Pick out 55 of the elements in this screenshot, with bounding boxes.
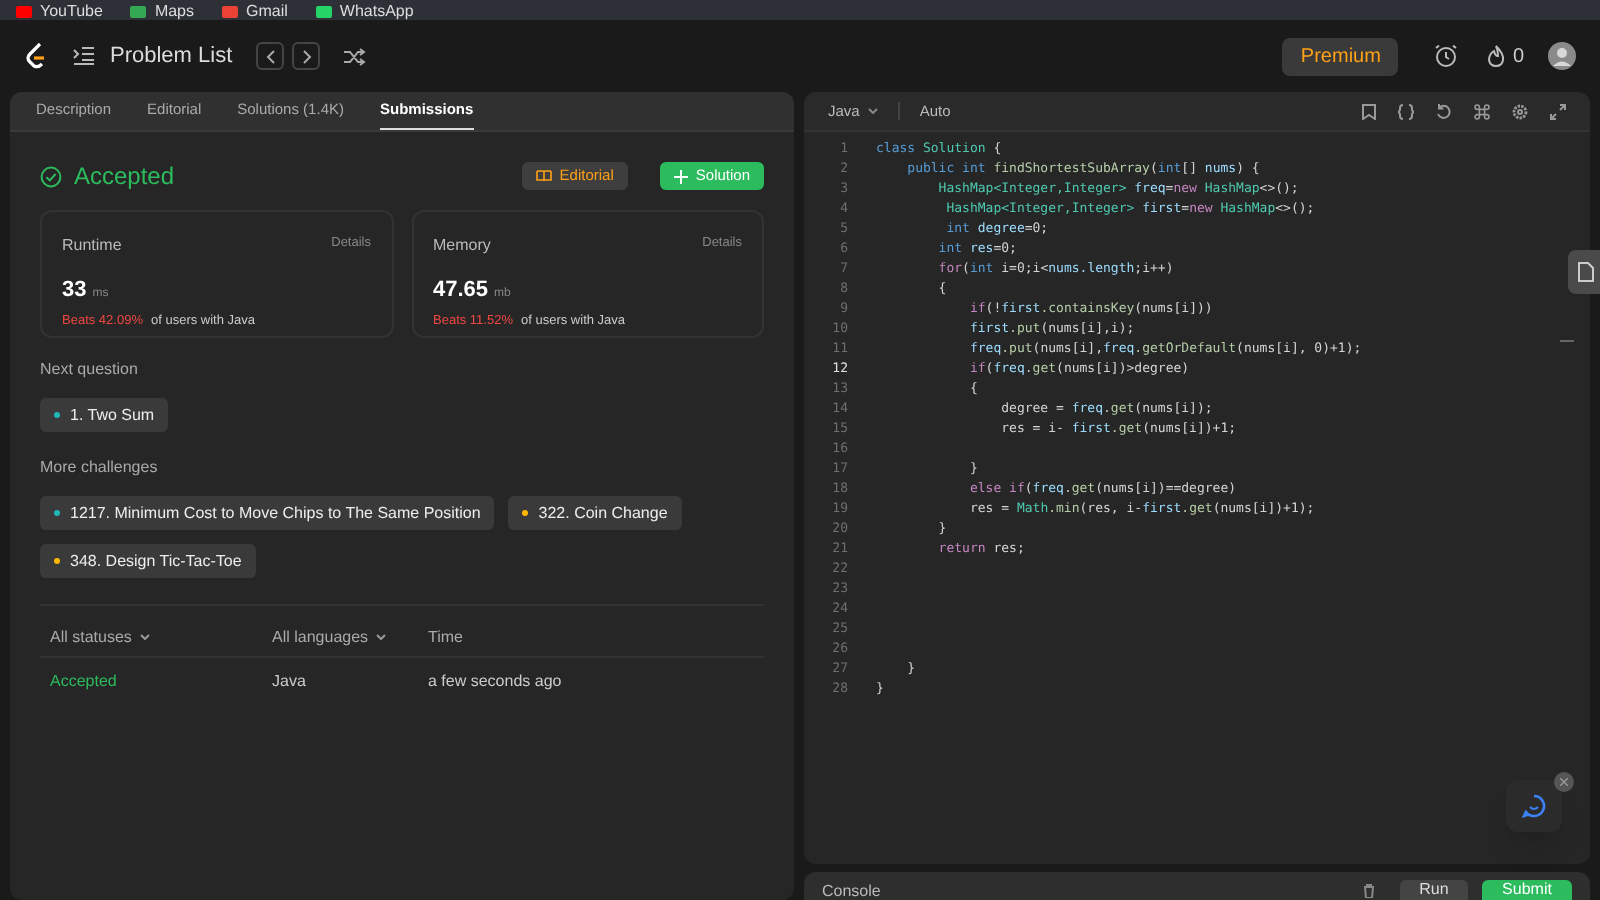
question-chip[interactable]: 1217. Minimum Cost to Move Chips to The Same Position [40,496,495,530]
section-label: More challenges [40,456,160,480]
question-chip[interactable]: 348. Design Tic-Tac-Toe [40,544,256,578]
stat-value: 33 [62,276,87,306]
column-header: Time [428,625,463,649]
command-icon[interactable] [1474,103,1490,119]
chevron-left-icon [265,49,276,63]
problem-list-link[interactable]: Problem List [110,39,233,73]
chevron-down-icon [867,108,878,114]
trash-icon[interactable] [1362,884,1376,898]
question-chip[interactable]: 322. Coin Change [508,496,682,530]
flame-icon [1486,44,1507,68]
run-button[interactable]: Run [1400,880,1468,900]
book-icon [535,170,552,182]
filter-dropdown[interactable]: All languages [272,625,387,649]
settings-icon[interactable] [1512,103,1528,119]
check-circle-icon [40,165,62,187]
expand-icon[interactable] [1550,103,1566,119]
stat-value: 47.65 [433,276,489,306]
shuffle-icon[interactable] [344,47,367,65]
document-icon [1578,262,1594,282]
status-cell[interactable]: Accepted [50,672,117,690]
close-icon[interactable] [1554,772,1574,792]
stat-title: Runtime [62,234,122,258]
question-chip[interactable]: 1. Two Sum [40,398,169,432]
next-button[interactable] [292,42,321,70]
chevron-down-icon [139,634,150,640]
list-icon [72,46,96,66]
avatar-icon[interactable] [1548,42,1576,70]
logo-icon[interactable] [24,42,48,70]
undo-icon[interactable] [1436,103,1452,119]
section-label: Next question [40,358,140,382]
premium-button[interactable]: Premium [1282,37,1399,75]
chat-icon [1522,794,1546,818]
scrollbar-thumb[interactable] [1560,340,1574,342]
previous-button[interactable] [256,42,285,70]
bookmark-link[interactable]: Maps [130,2,194,20]
chevron-down-icon [376,634,387,640]
streak-count: 0 [1512,43,1524,71]
chevron-right-icon [301,49,312,63]
braces-icon[interactable] [1398,103,1414,119]
plus-icon [673,169,688,183]
bookmark-link[interactable]: WhatsApp [315,2,414,20]
console-toggle[interactable]: Console [822,882,881,900]
language-cell: Java [272,672,306,690]
bookmark-link[interactable]: Gmail [222,2,288,20]
filter-dropdown[interactable]: All statuses [50,625,150,649]
chat-button[interactable] [1506,780,1562,832]
side-tab[interactable] [1568,250,1600,294]
bookmark-link[interactable]: YouTube [16,2,103,20]
alarm-clock-icon[interactable] [1434,44,1459,68]
bookmark-icon[interactable] [1362,103,1376,119]
accepted-status: Accepted [74,160,175,194]
time-cell: a few seconds ago [428,672,562,690]
stat-title: Memory [433,234,491,258]
